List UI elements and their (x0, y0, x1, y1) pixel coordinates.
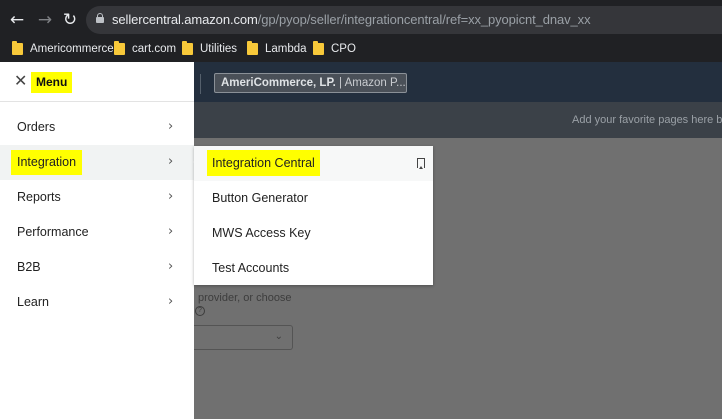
chevron-down-icon: ⌄ (274, 331, 283, 342)
lock-icon (96, 13, 104, 23)
integration-submenu: Integration Central Button Generator MWS… (194, 146, 433, 285)
provider-text: provider, or choose (198, 292, 292, 304)
favorites-hint: Add your favorite pages here by (572, 114, 722, 126)
chevron-right-icon: › (168, 294, 174, 309)
menu-item-learn[interactable]: Learn › (0, 285, 194, 320)
menu-item-orders[interactable]: Orders › (0, 110, 194, 145)
submenu-item-integration-central[interactable]: Integration Central (194, 146, 433, 181)
submenu-item-mws-access-key[interactable]: MWS Access Key (194, 216, 433, 251)
main-menu: ✕ Menu Orders › Integration › Reports › … (0, 62, 194, 419)
menu-item-performance[interactable]: Performance › (0, 215, 194, 250)
bookmark-cart[interactable]: cart.com (114, 40, 176, 58)
menu-item-b2b[interactable]: B2B › (0, 250, 194, 285)
chevron-right-icon: › (168, 189, 174, 204)
chevron-right-icon: › (168, 119, 174, 134)
submenu-item-test-accounts[interactable]: Test Accounts (194, 251, 433, 286)
address-bar[interactable]: sellercentral.amazon.com/gp/pyop/seller/… (86, 6, 722, 34)
menu-item-reports[interactable]: Reports › (0, 180, 194, 215)
chevron-right-icon: › (168, 224, 174, 239)
bookmark-americommerce[interactable]: Americommerce (12, 40, 114, 58)
folder-icon (114, 41, 125, 55)
bookmark-lambda[interactable]: Lambda (247, 40, 307, 58)
bookmark-icon[interactable] (417, 158, 425, 169)
submenu-item-button-generator[interactable]: Button Generator (194, 181, 433, 216)
folder-icon (247, 41, 258, 55)
folder-icon (182, 41, 193, 55)
menu-item-integration[interactable]: Integration › (0, 145, 194, 180)
close-icon[interactable]: ✕ (14, 73, 27, 89)
menu-title: Menu (31, 72, 73, 93)
reload-icon[interactable]: ↻ (59, 9, 81, 31)
chevron-right-icon: › (168, 154, 174, 169)
browser-toolbar: ← → ↻ sellercentral.amazon.com/gp/pyop/s… (0, 0, 722, 62)
header-divider (200, 74, 201, 94)
url-text[interactable]: sellercentral.amazon.com/gp/pyop/seller/… (112, 12, 591, 27)
folder-icon (12, 41, 23, 55)
address-row: ← → ↻ sellercentral.amazon.com/gp/pyop/s… (0, 6, 722, 34)
help-icon[interactable]: ? (195, 306, 205, 316)
bookmark-cpo[interactable]: CPO (313, 40, 356, 58)
folder-icon (313, 41, 324, 55)
bookmarks-bar: Americommerce cart.com Utilities Lambda … (0, 38, 722, 60)
forward-arrow-icon[interactable]: → (34, 9, 56, 31)
chevron-right-icon: › (168, 259, 174, 274)
menu-header: ✕ Menu (0, 62, 194, 102)
bookmark-utilities[interactable]: Utilities (182, 40, 237, 58)
back-arrow-icon[interactable]: ← (6, 9, 28, 31)
provider-select[interactable]: ⌄ (194, 325, 293, 350)
account-switcher[interactable]: AmeriCommerce, LP. | Amazon P... (214, 73, 407, 93)
